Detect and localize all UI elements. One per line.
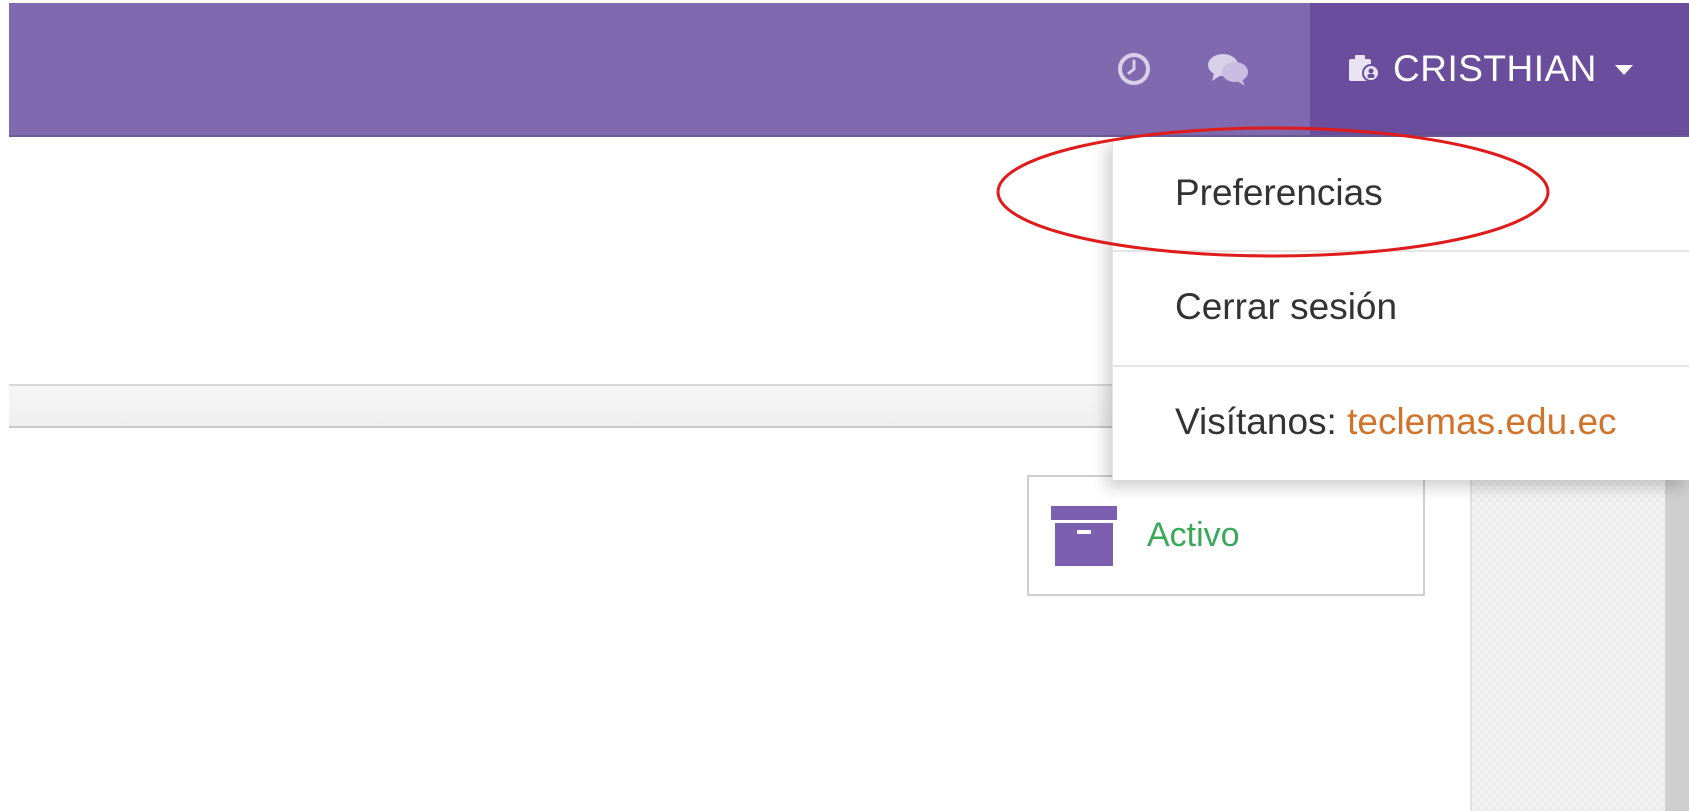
status-label: Activo [1147,516,1240,554]
status-box: Activo [1027,475,1425,596]
caret-down-icon [1614,65,1633,75]
app-window: CRISTHIAN Activo Preferencias Cerrar ses… [0,0,1689,811]
clock-icon[interactable] [1112,47,1156,91]
chat-bubbles-icon[interactable] [1206,47,1250,91]
preferences-label: Preferencias [1175,172,1383,213]
user-dropdown-menu: Preferencias Cerrar sesión Visítanos: te… [1112,137,1689,480]
menu-item-preferences[interactable]: Preferencias [1113,137,1689,249]
user-badge-icon [1346,51,1384,87]
user-name: CRISTHIAN [1393,48,1597,89]
archive-box-icon [1051,505,1117,566]
side-panel-edge [1665,470,1689,811]
menu-item-visit: Visítanos: teclemas.edu.ec [1113,366,1689,478]
user-menu-toggle[interactable]: CRISTHIAN [1310,3,1689,135]
visit-label: Visítanos: teclemas.edu.ec [1175,401,1617,443]
menu-item-logout[interactable]: Cerrar sesión [1113,251,1689,363]
side-panel [1470,470,1667,811]
visit-link[interactable]: teclemas.edu.ec [1347,401,1616,442]
logout-label: Cerrar sesión [1175,286,1398,327]
visit-prefix: Visítanos: [1175,401,1337,442]
